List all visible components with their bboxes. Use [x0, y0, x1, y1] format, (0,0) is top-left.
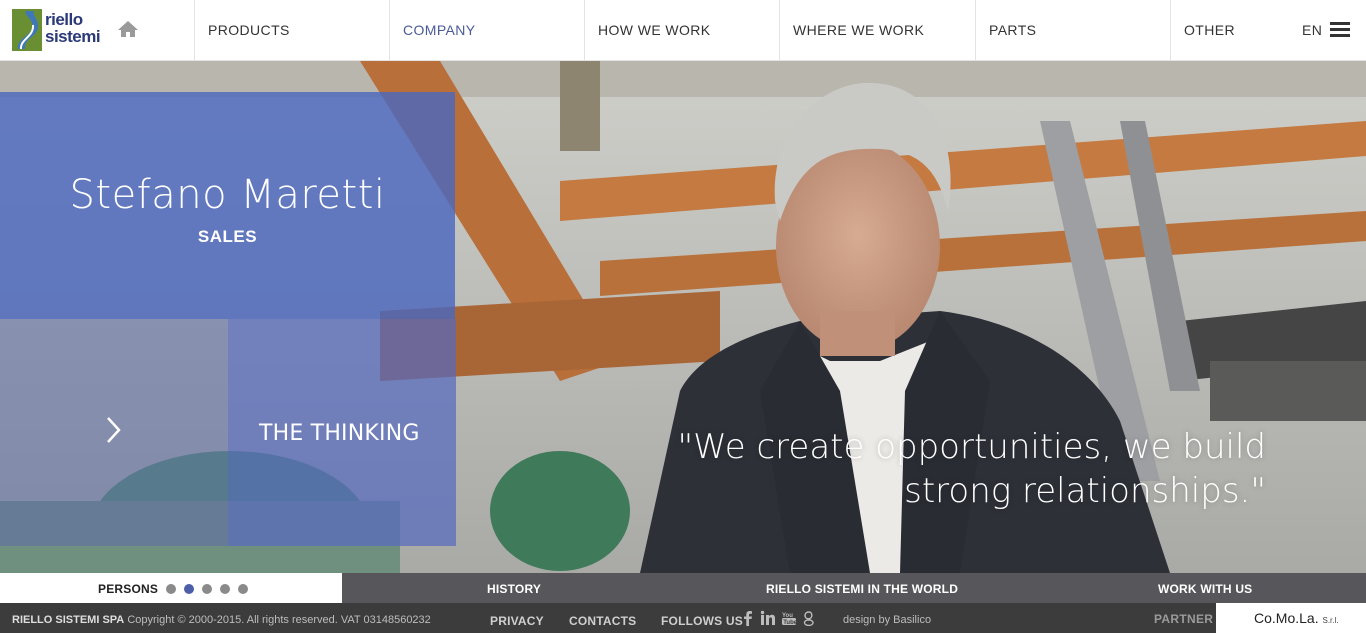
- nav-item-where-we-work[interactable]: WHERE WE WORK: [779, 0, 975, 61]
- partner-name-text: Co.Mo.La.: [1254, 610, 1319, 626]
- linkedin-icon[interactable]: [760, 610, 776, 626]
- tab-persons-label: PERSONS: [98, 582, 159, 596]
- home-icon[interactable]: [117, 20, 139, 38]
- partner-logo[interactable]: Co.Mo.La. S.r.l.: [1216, 603, 1366, 633]
- next-arrow-button[interactable]: [0, 319, 228, 546]
- footer: RIELLO SISTEMI SPA Copyright © 2000-2015…: [0, 603, 1366, 633]
- design-credit-link[interactable]: Basilico: [893, 614, 931, 626]
- footer-copyright: RIELLO SISTEMI SPA Copyright © 2000-2015…: [12, 614, 431, 626]
- facebook-icon[interactable]: [742, 610, 754, 626]
- nav-item-other[interactable]: OTHER: [1170, 0, 1290, 61]
- logo-wordmark: riello sistemi: [45, 11, 117, 45]
- tab-history[interactable]: HISTORY: [487, 582, 541, 596]
- pagination-dot-2[interactable]: [184, 584, 194, 594]
- nav-item-how-we-work[interactable]: HOW WE WORK: [584, 0, 779, 61]
- main-navigation: PRODUCTS COMPANY HOW WE WORK WHERE WE WO…: [194, 0, 1366, 61]
- riello-sistemi-logo[interactable]: riello sistemi: [12, 9, 108, 53]
- hero-quote: "We create opportunities, we build stron…: [620, 425, 1266, 513]
- design-credit-prefix: design by: [843, 614, 891, 626]
- tab-persons[interactable]: PERSONS: [0, 573, 342, 603]
- pagination-dot-3[interactable]: [202, 584, 212, 594]
- googleplus-icon[interactable]: [803, 610, 815, 626]
- pagination-dot-1[interactable]: [166, 584, 176, 594]
- menu-icon[interactable]: [1330, 22, 1350, 38]
- menu-icon-bar: [1330, 22, 1350, 25]
- privacy-link[interactable]: PRIVACY: [490, 614, 544, 628]
- design-credit: design by Basilico: [843, 614, 931, 626]
- quote-line-2: strong relationships.": [904, 471, 1266, 511]
- hero-section: Stefano Maretti SALES THE THINKING "We c…: [0, 61, 1366, 573]
- quote-line-1: "We create opportunities, we build: [677, 427, 1266, 467]
- menu-icon-bar: [1330, 28, 1350, 31]
- logo-line-2: sistemi: [45, 27, 101, 46]
- partner-suffix: S.r.l.: [1322, 616, 1339, 625]
- language-selector[interactable]: EN: [1302, 22, 1322, 38]
- menu-icon-bar: [1330, 34, 1350, 37]
- pagination-dot-4[interactable]: [220, 584, 230, 594]
- pagination-dot-5[interactable]: [238, 584, 248, 594]
- footer-company-name: RIELLO SISTEMI SPA: [12, 614, 125, 626]
- contacts-link[interactable]: CONTACTS: [569, 614, 636, 628]
- partner-name: Co.Mo.La. S.r.l.: [1254, 610, 1339, 626]
- person-role: SALES: [197, 227, 258, 246]
- nav-item-products[interactable]: PRODUCTS: [194, 0, 389, 61]
- youtube-icon[interactable]: You Tube: [782, 610, 796, 626]
- tab-work-with-us[interactable]: WORK WITH US: [1158, 582, 1252, 596]
- footer-copyright-text: Copyright © 2000-2015. All rights reserv…: [127, 614, 431, 626]
- nav-item-company[interactable]: COMPANY: [389, 0, 584, 61]
- partner-label: PARTNER: [1154, 612, 1214, 626]
- the-thinking-panel[interactable]: THE THINKING: [228, 319, 456, 546]
- chevron-right-icon: [107, 417, 121, 443]
- nav-item-parts[interactable]: PARTS: [975, 0, 1170, 61]
- the-thinking-label: THE THINKING: [259, 421, 420, 446]
- logo-line-1: riello: [45, 10, 83, 29]
- top-navigation-bar: riello sistemi PRODUCTS COMPANY HOW WE W…: [0, 0, 1366, 61]
- follow-us-label: FOLLOWS US: [661, 614, 743, 628]
- tab-riello-sistemi-in-the-world[interactable]: RIELLO SISTEMI IN THE WORLD: [766, 582, 958, 596]
- person-title-panel: Stefano Maretti SALES: [0, 92, 455, 319]
- logo-mark-icon: [12, 9, 42, 51]
- person-name: Stefano Maretti: [69, 172, 386, 218]
- section-tabs-bar: PERSONS HISTORY RIELLO SISTEMI IN THE WO…: [0, 573, 1366, 603]
- svg-text:Tube: Tube: [783, 620, 796, 626]
